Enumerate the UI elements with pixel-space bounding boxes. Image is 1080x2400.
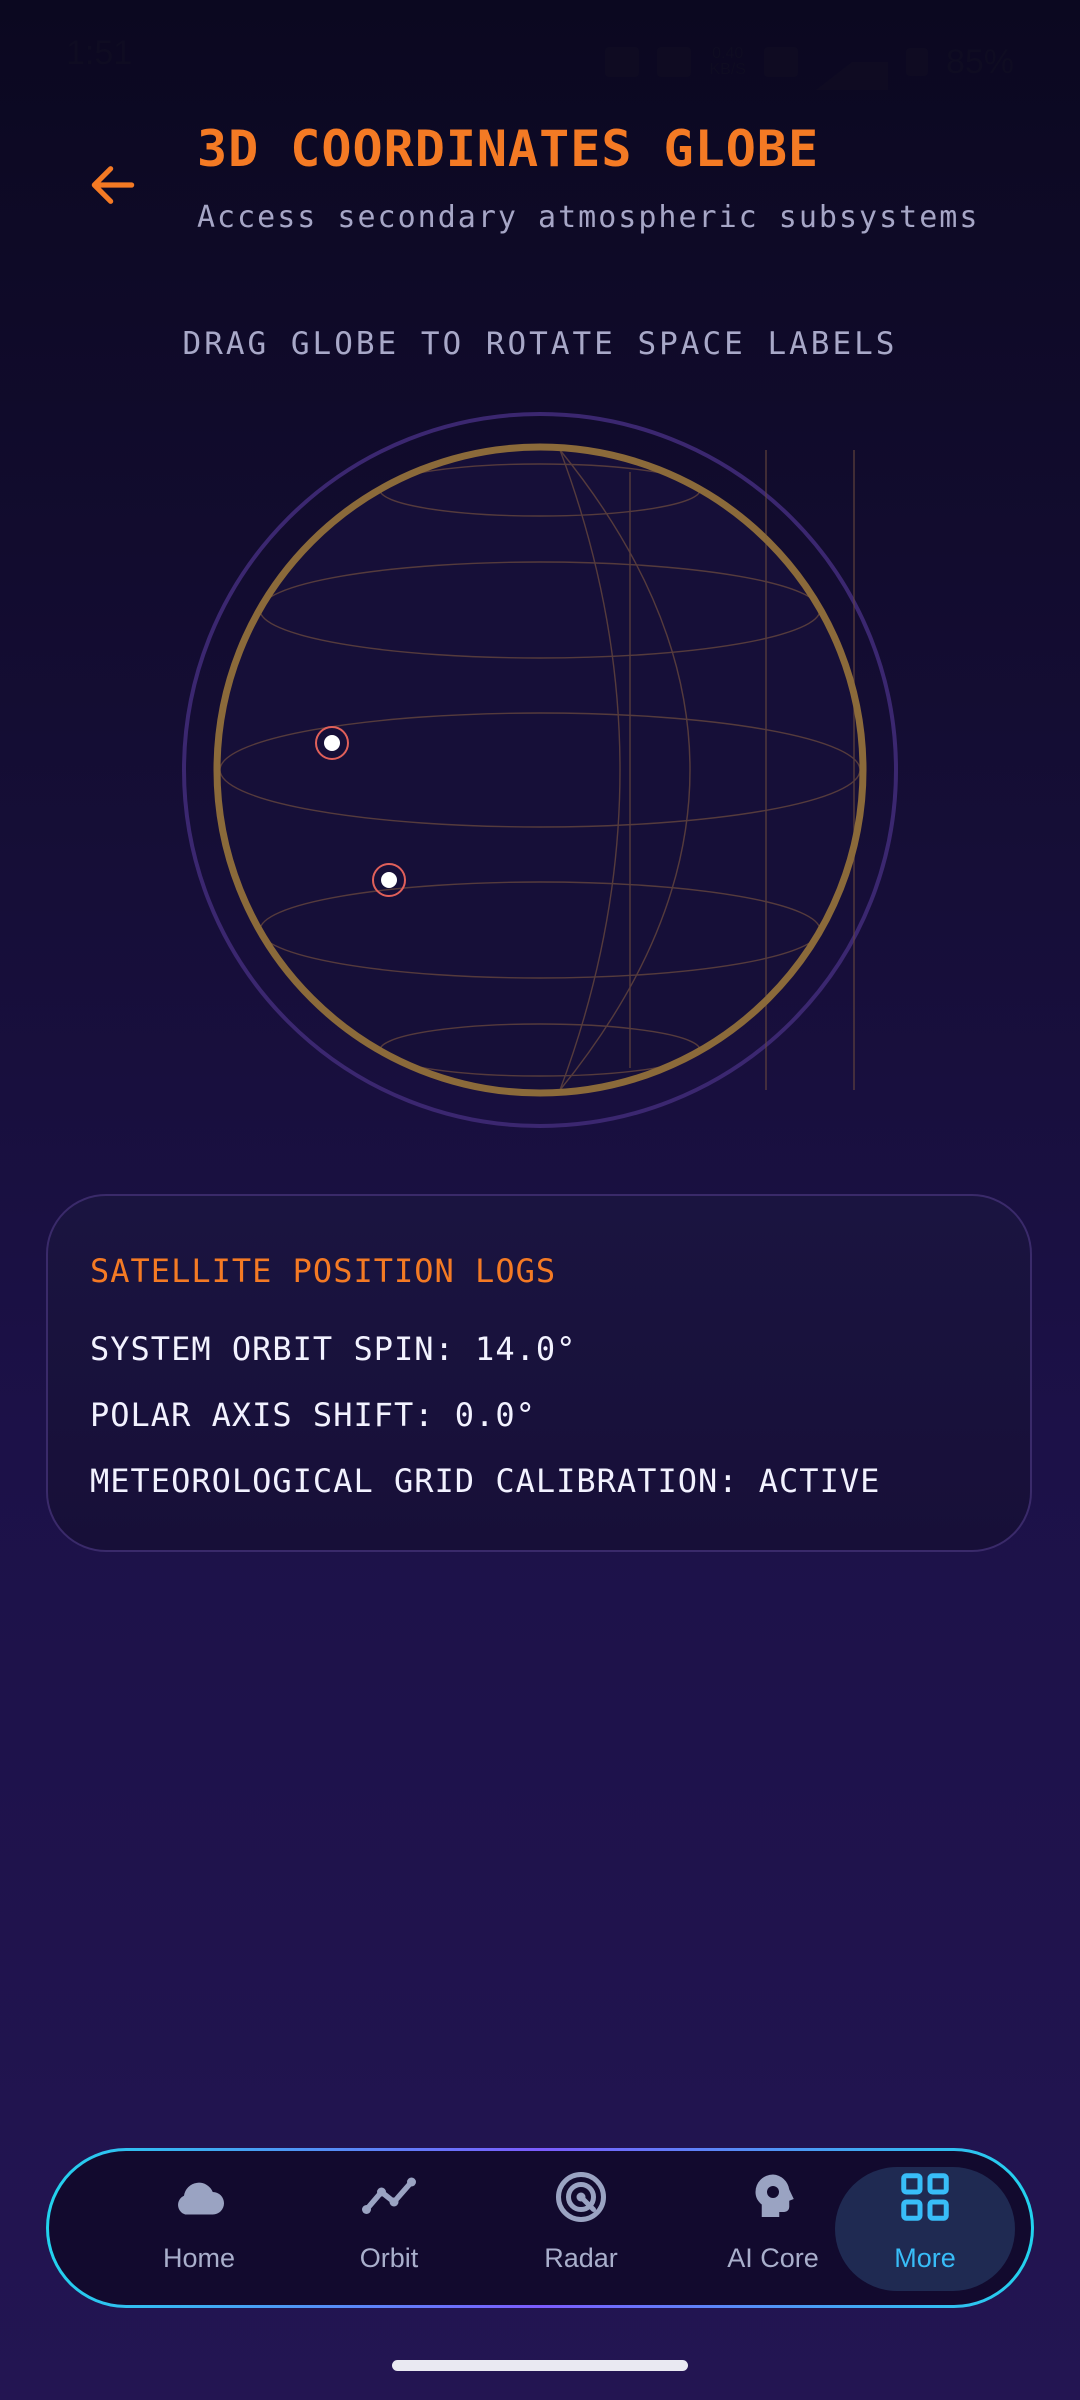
status-icons: 0.40 KB/S 85%: [605, 34, 1014, 90]
nav-item-more[interactable]: More: [835, 2167, 1015, 2291]
nav-label-orbit: Orbit: [359, 2243, 419, 2273]
vibrate-icon: [605, 47, 640, 77]
status-time: 1:51: [66, 34, 133, 72]
nav-item-home[interactable]: Home: [109, 2167, 289, 2291]
home-indicator[interactable]: [392, 2360, 688, 2371]
bottom-nav: Home Orbit Radar AI Core More: [46, 2148, 1034, 2308]
page-title: 3D COORDINATES GLOBE: [197, 120, 820, 178]
battery-icon: [905, 48, 928, 76]
nav-label-radar: Radar: [544, 2243, 618, 2273]
signal-hd-icon: [657, 47, 692, 77]
status-bar: 1:51 0.40 KB/S 85%: [0, 0, 1080, 110]
grid-icon: [901, 2173, 949, 2221]
wifi-icon: [763, 47, 798, 77]
brain-gear-icon: [755, 2174, 794, 2217]
arrow-left-icon: [91, 166, 135, 204]
net-speed: 0.40 KB/S: [709, 45, 746, 78]
back-button[interactable]: [78, 150, 148, 220]
card-title: SATELLITE POSITION LOGS: [90, 1252, 557, 1290]
grid-calibration-line: METEOROLOGICAL GRID CALIBRATION: ACTIVE: [90, 1462, 881, 1500]
battery-percent: 85%: [945, 42, 1014, 81]
rotate-hint: DRAG GLOBE TO ROTATE SPACE LABELS: [182, 326, 898, 362]
nav-label-home: Home: [162, 2243, 236, 2273]
radar-icon: [556, 2172, 606, 2222]
cell-signal-icon: [815, 34, 888, 90]
nav-label-more: More: [894, 2243, 956, 2273]
trend-line-icon: [362, 2177, 416, 2214]
polar-axis-line: POLAR AXIS SHIFT: 0.0°: [90, 1396, 536, 1434]
satellite-logs-card: SATELLITE POSITION LOGS SYSTEM ORBIT SPI…: [46, 1194, 1032, 1552]
nav-item-radar[interactable]: Radar: [491, 2167, 671, 2291]
page-subtitle: Access secondary atmospheric subsystems: [197, 200, 980, 235]
globe[interactable]: [180, 410, 900, 1130]
orbit-spin-line: SYSTEM ORBIT SPIN: 14.0°: [90, 1330, 577, 1368]
nav-item-orbit[interactable]: Orbit: [299, 2167, 479, 2291]
cloud-icon: [178, 2182, 224, 2215]
